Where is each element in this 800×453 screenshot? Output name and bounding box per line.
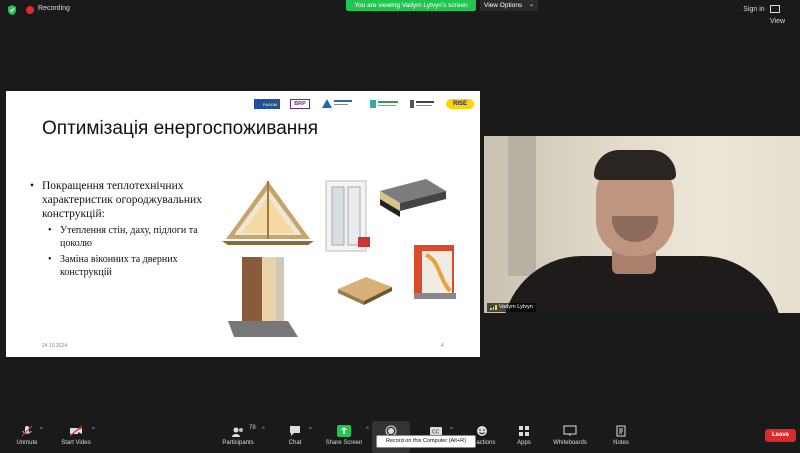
partner-logos: РАЗОМ BRP RISE	[254, 97, 476, 111]
notes-button[interactable]: Notes	[606, 421, 636, 453]
brp-logo: BRP	[290, 99, 310, 109]
slide-title: Оптимізація енергоспоживання	[42, 118, 319, 139]
record-tooltip: Record on this Computer (Alt+R)	[376, 435, 476, 448]
share-options-caret[interactable]: ^	[366, 427, 369, 433]
chat-options-caret[interactable]: ^	[309, 427, 312, 433]
participant-name-tag: Vadym Lytvyn	[487, 303, 536, 312]
center-logo	[370, 99, 398, 109]
top-bar: Recording You are viewing Vadym Lytvyn's…	[0, 0, 800, 25]
view-button[interactable]: View	[770, 4, 796, 25]
bullet-list: Покращення теплотехнічних характеристик …	[30, 179, 230, 279]
recording-label: Recording	[38, 5, 70, 12]
participant-name: Vadym Lytvyn	[499, 304, 533, 310]
reactions-icon	[477, 426, 487, 436]
window-profile-image	[325, 180, 370, 252]
start-video-button[interactable]: Start Video	[56, 421, 96, 453]
slide-page-number: 4	[441, 343, 444, 349]
apps-label: Apps	[517, 440, 531, 446]
recording-icon	[26, 6, 34, 14]
participant-video[interactable]	[484, 136, 800, 313]
sub-bullet: Утеплення стін, даху, підлоги та цоколю	[40, 225, 230, 250]
participants-count: 78	[249, 425, 256, 431]
audio-level-icon	[490, 305, 497, 310]
whiteboards-label: Whiteboards	[553, 440, 587, 446]
sign-in-button[interactable]: Sign in	[739, 4, 769, 16]
facade-insulation-image	[414, 245, 456, 299]
apps-icon	[519, 426, 529, 436]
shared-slide: РАЗОМ BRP RISE Оптимізація енергоспожива…	[6, 91, 480, 357]
audio-options-caret[interactable]: ^	[40, 427, 43, 433]
laminate-floor-image	[338, 277, 392, 305]
participants-icon: 78	[231, 425, 256, 437]
main-bullet: Покращення теплотехнічних характеристик …	[30, 179, 230, 221]
view-label: View	[770, 18, 786, 25]
view-options-label: View Options	[484, 2, 523, 9]
roof-insulation-image	[222, 181, 314, 245]
apps-button[interactable]: Apps	[510, 421, 538, 453]
rise-logo: RISE	[446, 99, 474, 109]
eu-logo-text: РАЗОМ	[263, 102, 278, 107]
leave-button[interactable]: Leave	[765, 429, 796, 442]
share-screen-icon	[337, 425, 351, 437]
chat-label: Chat	[288, 440, 302, 446]
shield-icon	[8, 5, 16, 15]
ukraine-logo	[410, 99, 434, 109]
grid-icon	[770, 5, 780, 14]
notes-label: Notes	[613, 440, 629, 446]
slide-date: 24.10.2024	[42, 343, 68, 349]
share-screen-label: Share Screen	[325, 440, 363, 446]
share-screen-button[interactable]: Share Screen	[322, 421, 366, 453]
participants-label: Participants	[222, 440, 254, 446]
eu-logo: РАЗОМ	[254, 99, 280, 109]
sub-bullet: Заміна віконних та дверних конструкцій	[40, 254, 230, 279]
start-video-label: Start Video	[61, 440, 91, 446]
notes-icon	[616, 425, 626, 437]
wall-insulation-image	[228, 257, 298, 337]
screen-share-banner: You are viewing Vadym Lytvyn's screen	[346, 0, 476, 11]
chat-button[interactable]: Chat	[280, 421, 310, 453]
whiteboard-icon	[563, 425, 577, 436]
view-options-button[interactable]: View Options ⌄	[480, 0, 538, 11]
video-options-caret[interactable]: ^	[92, 427, 95, 433]
ministry-logo	[322, 99, 352, 109]
whiteboards-button[interactable]: Whiteboards	[548, 421, 592, 453]
chat-icon	[290, 426, 300, 436]
unmute-label: Unmute	[16, 440, 38, 446]
chevron-down-icon: ⌄	[528, 2, 534, 8]
captions-options-caret[interactable]: ^	[450, 427, 453, 433]
microphone-muted-icon	[21, 425, 33, 437]
floor-insulation-image	[380, 179, 446, 217]
participants-button[interactable]: 78 Participants	[218, 421, 258, 453]
camera-off-icon	[69, 425, 83, 437]
unmute-button[interactable]: Unmute	[10, 421, 44, 453]
participants-options-caret[interactable]: ^	[262, 427, 265, 433]
